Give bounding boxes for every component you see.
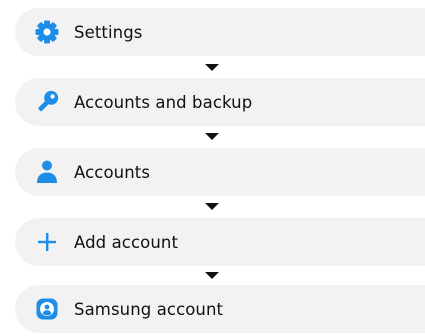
step-label-samsung-account: Samsung account bbox=[74, 299, 224, 319]
step-label-accounts: Accounts bbox=[74, 162, 151, 182]
arrow-down-icon bbox=[205, 272, 219, 279]
step-add-account[interactable]: Add account bbox=[15, 218, 425, 266]
step-samsung-account[interactable]: Samsung account bbox=[15, 285, 425, 333]
step-label-settings: Settings bbox=[74, 22, 143, 42]
arrow-down-icon bbox=[205, 203, 219, 210]
person-icon bbox=[34, 159, 60, 185]
arrow-down-icon bbox=[205, 64, 219, 71]
samsung-account-icon bbox=[34, 296, 60, 322]
key-icon bbox=[34, 89, 60, 115]
gear-icon bbox=[34, 19, 60, 45]
arrow-down-icon bbox=[205, 133, 219, 140]
step-label-add-account: Add account bbox=[74, 232, 179, 252]
step-label-accounts-and-backup: Accounts and backup bbox=[74, 92, 253, 112]
step-settings[interactable]: Settings bbox=[15, 8, 425, 56]
step-accounts[interactable]: Accounts bbox=[15, 148, 425, 196]
plus-icon bbox=[34, 229, 60, 255]
step-accounts-and-backup[interactable]: Accounts and backup bbox=[15, 78, 425, 126]
